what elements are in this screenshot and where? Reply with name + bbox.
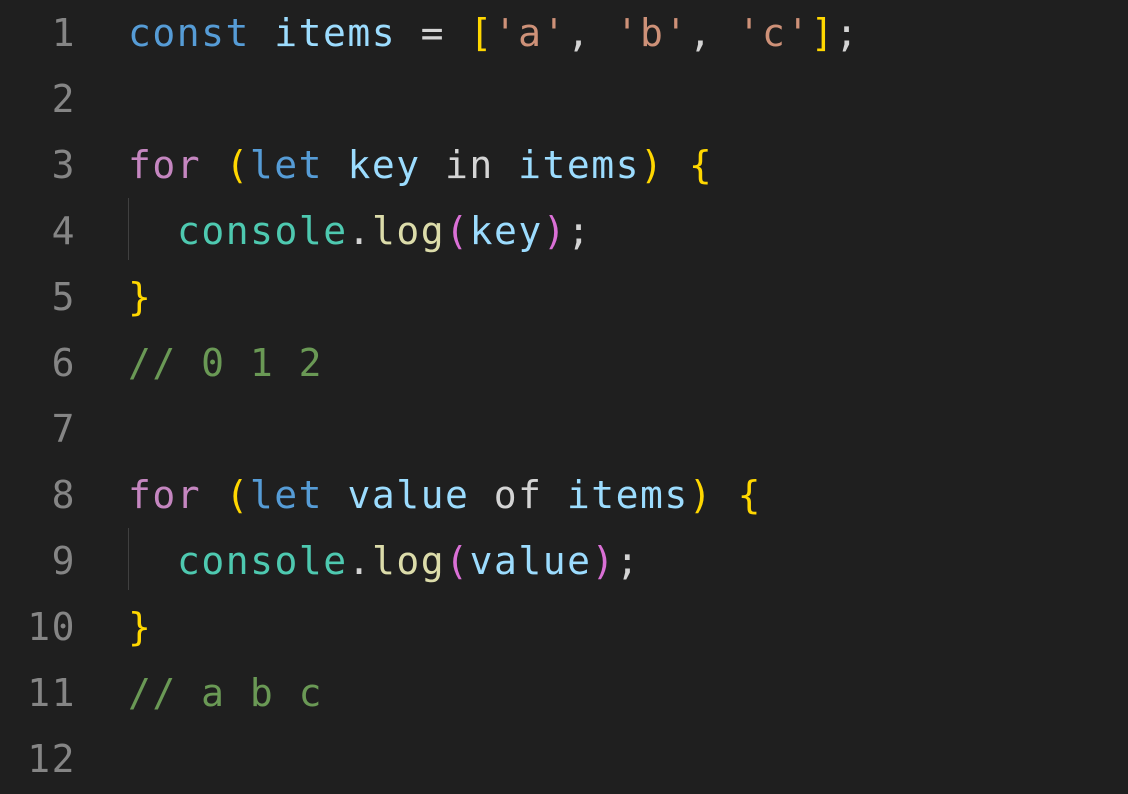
code-line[interactable]: 4 console.log(key); (0, 198, 1128, 264)
code-line[interactable]: 1 const items = ['a', 'b', 'c']; (0, 0, 1128, 66)
line-number: 8 (51, 473, 76, 517)
line-number: 9 (51, 539, 76, 583)
code-line[interactable]: 3 for (let key in items) { (0, 132, 1128, 198)
code-line[interactable]: 2 (0, 66, 1128, 132)
code-editor[interactable]: 1 const items = ['a', 'b', 'c']; 2 3 for… (0, 0, 1128, 794)
code-text[interactable]: } (128, 275, 152, 319)
code-text[interactable]: console.log(value); (177, 539, 640, 583)
line-number: 2 (51, 77, 76, 121)
code-line[interactable]: 12 (0, 726, 1128, 792)
line-number: 7 (51, 407, 76, 451)
line-number: 12 (27, 737, 76, 781)
code-text[interactable]: const items = ['a', 'b', 'c']; (128, 11, 860, 55)
line-number: 6 (51, 341, 76, 385)
code-text[interactable]: for (let value of items) { (128, 473, 762, 517)
code-text[interactable]: console.log(key); (177, 209, 592, 253)
code-text[interactable]: for (let key in items) { (128, 143, 713, 187)
line-number: 5 (51, 275, 76, 319)
code-line[interactable]: 10 } (0, 594, 1128, 660)
line-number: 4 (51, 209, 76, 253)
code-line[interactable]: 5 } (0, 264, 1128, 330)
line-number: 10 (27, 605, 76, 649)
code-comment[interactable]: // a b c (128, 671, 323, 715)
line-number: 3 (51, 143, 76, 187)
code-line[interactable]: 6 // 0 1 2 (0, 330, 1128, 396)
code-line[interactable]: 7 (0, 396, 1128, 462)
code-line[interactable]: 9 console.log(value); (0, 528, 1128, 594)
line-number: 11 (27, 671, 76, 715)
code-line[interactable]: 11 // a b c (0, 660, 1128, 726)
line-number: 1 (51, 11, 76, 55)
code-comment[interactable]: // 0 1 2 (128, 341, 323, 385)
code-text[interactable]: } (128, 605, 152, 649)
code-line[interactable]: 8 for (let value of items) { (0, 462, 1128, 528)
